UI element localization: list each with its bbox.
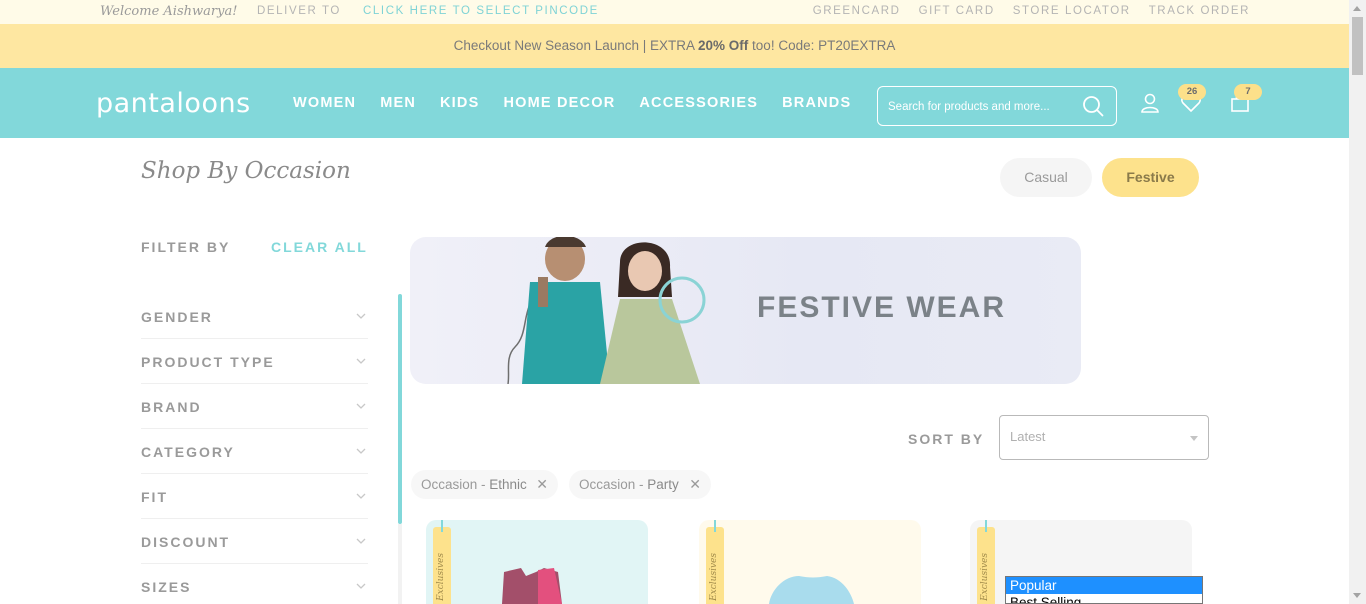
filter-label: GENDER bbox=[141, 309, 213, 325]
remove-chip-icon[interactable]: ✕ bbox=[689, 470, 701, 499]
filter-list: GENDER PRODUCT TYPE BRAND CATEGORY FIT D… bbox=[141, 294, 368, 604]
tag-text: Exclusives bbox=[980, 553, 990, 601]
festive-wear-banner[interactable]: FESTIVE WEAR bbox=[410, 237, 1081, 384]
promo-banner[interactable]: Checkout New Season Launch | EXTRA 20% O… bbox=[0, 24, 1349, 68]
product-card[interactable]: Exclusives bbox=[699, 520, 921, 604]
casual-toggle-button[interactable]: Casual bbox=[1000, 158, 1092, 197]
search-box bbox=[877, 86, 1117, 126]
filter-label: SIZES bbox=[141, 579, 192, 595]
select-pincode-link[interactable]: CLICK HERE TO SELECT PINCODE bbox=[363, 5, 599, 17]
sort-option-best-selling[interactable]: Best Selling bbox=[1006, 594, 1202, 603]
filter-category[interactable]: CATEGORY bbox=[141, 429, 368, 474]
page-title: Shop By Occasion bbox=[141, 158, 351, 184]
chevron-down-icon bbox=[356, 583, 366, 589]
filter-label: CATEGORY bbox=[141, 444, 235, 460]
filter-by-heading: FILTER BY bbox=[141, 239, 231, 255]
deliver-to-label: DELIVER TO bbox=[257, 5, 341, 17]
nav-accessories[interactable]: ACCESSORIES bbox=[639, 95, 758, 111]
filter-label: BRAND bbox=[141, 399, 202, 415]
track-order-link[interactable]: TRACK ORDER bbox=[1149, 5, 1250, 17]
filter-label: FIT bbox=[141, 489, 168, 505]
main-header: pantaloons WOMEN MEN KIDS HOME DECOR ACC… bbox=[0, 68, 1349, 138]
scroll-up-arrow-icon[interactable] bbox=[1353, 6, 1361, 11]
store-locator-link[interactable]: STORE LOCATOR bbox=[1013, 5, 1131, 17]
sort-select[interactable]: Latest bbox=[999, 415, 1209, 460]
caret-down-icon bbox=[1190, 436, 1198, 441]
chevron-down-icon bbox=[356, 448, 366, 454]
wishlist-count-badge: 26 bbox=[1178, 84, 1206, 100]
cart-count-badge: 7 bbox=[1234, 84, 1262, 100]
chevron-down-icon bbox=[356, 493, 366, 499]
gift-card-link[interactable]: GIFT CARD bbox=[919, 5, 995, 17]
page-scrollbar[interactable] bbox=[1349, 0, 1366, 604]
top-utility-bar: Welcome Aishwarya! DELIVER TO CLICK HERE… bbox=[0, 0, 1349, 24]
chip-value: Ethnic bbox=[489, 477, 527, 492]
filter-product-type[interactable]: PRODUCT TYPE bbox=[141, 339, 368, 384]
filter-label: PRODUCT TYPE bbox=[141, 354, 275, 370]
nav-kids[interactable]: KIDS bbox=[440, 95, 479, 111]
greencard-link[interactable]: GREENCARD bbox=[813, 5, 901, 17]
nav-women[interactable]: WOMEN bbox=[293, 95, 356, 111]
filter-brand[interactable]: BRAND bbox=[141, 384, 368, 429]
scrollbar-thumb[interactable] bbox=[1352, 17, 1363, 75]
filter-sizes[interactable]: SIZES bbox=[141, 564, 368, 604]
welcome-text: Welcome Aishwarya! bbox=[100, 4, 238, 19]
promo-suffix: too! Code: PT20EXTRA bbox=[748, 38, 896, 53]
utility-links: GREENCARD GIFT CARD STORE LOCATOR TRACK … bbox=[813, 5, 1250, 17]
search-icon[interactable] bbox=[1082, 95, 1104, 117]
nav-brands[interactable]: BRANDS bbox=[782, 95, 851, 111]
chevron-down-icon bbox=[356, 358, 366, 364]
scroll-down-arrow-icon[interactable] bbox=[1353, 593, 1361, 598]
tag-string bbox=[985, 520, 987, 532]
festive-toggle-button[interactable]: Festive bbox=[1102, 158, 1199, 197]
chevron-down-icon bbox=[356, 538, 366, 544]
sort-by-label: SORT BY bbox=[908, 431, 985, 447]
nav-home-decor[interactable]: HOME DECOR bbox=[503, 95, 615, 111]
active-filter-chip-ethnic: Occasion - Ethnic ✕ bbox=[411, 470, 558, 499]
chevron-down-icon bbox=[356, 403, 366, 409]
active-filter-chip-party: Occasion - Party ✕ bbox=[569, 470, 711, 499]
main-nav: WOMEN MEN KIDS HOME DECOR ACCESSORIES BR… bbox=[293, 95, 851, 111]
promo-prefix: Checkout New Season Launch | EXTRA bbox=[453, 38, 699, 53]
nav-men[interactable]: MEN bbox=[380, 95, 416, 111]
chip-value: Party bbox=[647, 477, 679, 492]
filter-discount[interactable]: DISCOUNT bbox=[141, 519, 368, 564]
chip-prefix: Occasion - bbox=[579, 477, 648, 492]
remove-chip-icon[interactable]: ✕ bbox=[536, 470, 548, 499]
product-image bbox=[502, 568, 562, 604]
chevron-down-icon bbox=[356, 313, 366, 319]
product-card[interactable]: Exclusives bbox=[426, 520, 648, 604]
clear-all-button[interactable]: CLEAR ALL bbox=[271, 239, 368, 255]
search-input[interactable] bbox=[888, 97, 1078, 117]
banner-title: FESTIVE WEAR bbox=[757, 291, 1007, 324]
filter-label: DISCOUNT bbox=[141, 534, 231, 550]
sort-options-dropdown: Popular Best Selling bbox=[1005, 576, 1203, 604]
exclusives-tag: Exclusives bbox=[977, 520, 995, 604]
chip-prefix: Occasion - bbox=[421, 477, 490, 492]
filter-scrollbar-track[interactable] bbox=[398, 524, 402, 604]
user-account-icon[interactable] bbox=[1139, 92, 1161, 114]
product-image bbox=[769, 576, 854, 604]
filter-scrollbar-thumb[interactable] bbox=[398, 294, 402, 524]
filter-gender[interactable]: GENDER bbox=[141, 294, 368, 339]
sort-option-popular[interactable]: Popular bbox=[1006, 577, 1202, 594]
sort-selected-value: Latest bbox=[1010, 429, 1046, 444]
filter-fit[interactable]: FIT bbox=[141, 474, 368, 519]
pantaloons-logo[interactable]: pantaloons bbox=[96, 88, 251, 119]
promo-highlight: 20% Off bbox=[698, 38, 749, 53]
